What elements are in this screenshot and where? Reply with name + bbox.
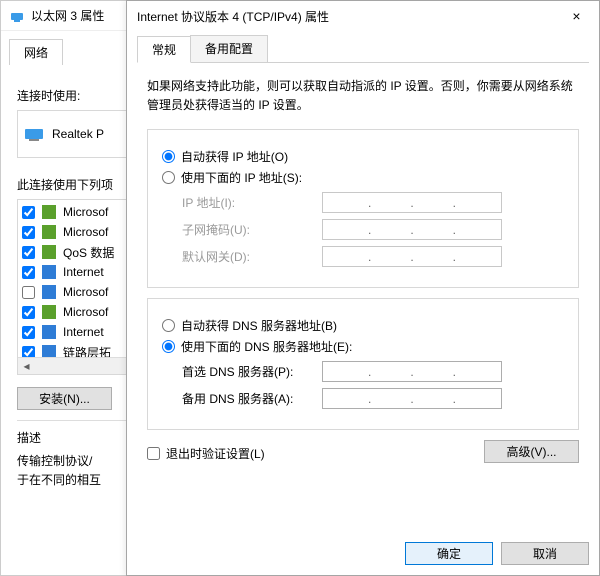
radio-dns-auto[interactable]: 自动获得 DNS 服务器地址(B)	[162, 317, 564, 334]
radio-dns-auto-label: 自动获得 DNS 服务器地址(B)	[181, 317, 337, 334]
ip-address-input: ...	[322, 192, 502, 213]
tcpip-properties-dialog: Internet 协议版本 4 (TCP/IPv4) 属性 × 常规 备用配置 …	[126, 0, 600, 576]
item-label: Microsof	[63, 305, 108, 319]
close-button[interactable]: ×	[554, 1, 599, 31]
protocol-icon	[41, 304, 57, 320]
ok-button[interactable]: 确定	[405, 542, 493, 565]
default-gateway-row: 默认网关(D): ...	[162, 246, 564, 267]
item-checkbox[interactable]	[22, 246, 35, 259]
protocol-icon	[41, 244, 57, 260]
dialog-button-row: 确定 取消	[127, 542, 599, 575]
item-label: Microsof	[63, 285, 108, 299]
dns-settings-group: 自动获得 DNS 服务器地址(B) 使用下面的 DNS 服务器地址(E): 首选…	[147, 298, 579, 430]
scroll-left-icon[interactable]: ◂	[18, 358, 35, 374]
item-label: Internet	[63, 325, 104, 339]
radio-dns-manual[interactable]: 使用下面的 DNS 服务器地址(E):	[162, 338, 564, 355]
default-gateway-label: 默认网关(D):	[162, 248, 322, 265]
protocol-icon	[41, 284, 57, 300]
cancel-button[interactable]: 取消	[501, 542, 589, 565]
validate-checkbox[interactable]	[147, 447, 160, 460]
advanced-button[interactable]: 高级(V)...	[484, 440, 579, 463]
radio-dns-manual-input[interactable]	[162, 340, 175, 353]
ip-address-label: IP 地址(I):	[162, 194, 322, 211]
radio-dns-manual-label: 使用下面的 DNS 服务器地址(E):	[181, 338, 352, 355]
item-checkbox[interactable]	[22, 226, 35, 239]
item-label: Internet	[63, 265, 104, 279]
front-tabstrip: 常规 备用配置	[137, 35, 589, 63]
ethernet-icon	[24, 126, 44, 142]
item-label: Microsof	[63, 225, 108, 239]
preferred-dns-label: 首选 DNS 服务器(P):	[162, 363, 322, 380]
validate-label: 退出时验证设置(L)	[166, 445, 265, 462]
protocol-icon	[41, 324, 57, 340]
tab-network[interactable]: 网络	[9, 39, 63, 65]
back-title: 以太网 3 属性	[31, 7, 104, 24]
item-label: Microsof	[63, 205, 108, 219]
advanced-row: 退出时验证设置(L) 高级(V)...	[147, 440, 579, 463]
subnet-mask-label: 子网掩码(U):	[162, 221, 322, 238]
item-checkbox[interactable]	[22, 326, 35, 339]
protocol-icon	[41, 264, 57, 280]
help-text: 如果网络支持此功能，则可以获取自动指派的 IP 设置。否则，你需要从网络系统管理…	[147, 77, 579, 115]
item-checkbox[interactable]	[22, 286, 35, 299]
tab-general[interactable]: 常规	[137, 36, 191, 63]
tab-alternate-config[interactable]: 备用配置	[190, 35, 268, 62]
ip-settings-group: 自动获得 IP 地址(O) 使用下面的 IP 地址(S): IP 地址(I): …	[147, 129, 579, 288]
radio-ip-auto-label: 自动获得 IP 地址(O)	[181, 148, 288, 165]
network-adapter-icon	[9, 8, 25, 24]
radio-dns-auto-input[interactable]	[162, 319, 175, 332]
preferred-dns-row: 首选 DNS 服务器(P): ...	[162, 361, 564, 382]
adapter-name: Realtek P	[52, 127, 104, 141]
ip-address-row: IP 地址(I): ...	[162, 192, 564, 213]
radio-ip-manual[interactable]: 使用下面的 IP 地址(S):	[162, 169, 564, 186]
protocol-icon	[41, 224, 57, 240]
front-title: Internet 协议版本 4 (TCP/IPv4) 属性	[137, 8, 329, 25]
subnet-mask-row: 子网掩码(U): ...	[162, 219, 564, 240]
front-titlebar: Internet 协议版本 4 (TCP/IPv4) 属性 ×	[127, 1, 599, 31]
preferred-dns-input[interactable]: ...	[322, 361, 502, 382]
protocol-icon	[41, 204, 57, 220]
install-button[interactable]: 安装(N)...	[17, 387, 112, 410]
radio-ip-manual-input[interactable]	[162, 171, 175, 184]
item-checkbox[interactable]	[22, 306, 35, 319]
alternate-dns-label: 备用 DNS 服务器(A):	[162, 390, 322, 407]
close-icon: ×	[572, 8, 580, 24]
item-checkbox[interactable]	[22, 266, 35, 279]
radio-ip-auto[interactable]: 自动获得 IP 地址(O)	[162, 148, 564, 165]
radio-ip-auto-input[interactable]	[162, 150, 175, 163]
front-content: 如果网络支持此功能，则可以获取自动指派的 IP 设置。否则，你需要从网络系统管理…	[127, 63, 599, 473]
validate-on-exit[interactable]: 退出时验证设置(L)	[147, 445, 265, 462]
radio-ip-manual-label: 使用下面的 IP 地址(S):	[181, 169, 302, 186]
subnet-mask-input: ...	[322, 219, 502, 240]
alternate-dns-row: 备用 DNS 服务器(A): ...	[162, 388, 564, 409]
item-label: QoS 数据	[63, 244, 114, 261]
item-checkbox[interactable]	[22, 206, 35, 219]
default-gateway-input: ...	[322, 246, 502, 267]
alternate-dns-input[interactable]: ...	[322, 388, 502, 409]
